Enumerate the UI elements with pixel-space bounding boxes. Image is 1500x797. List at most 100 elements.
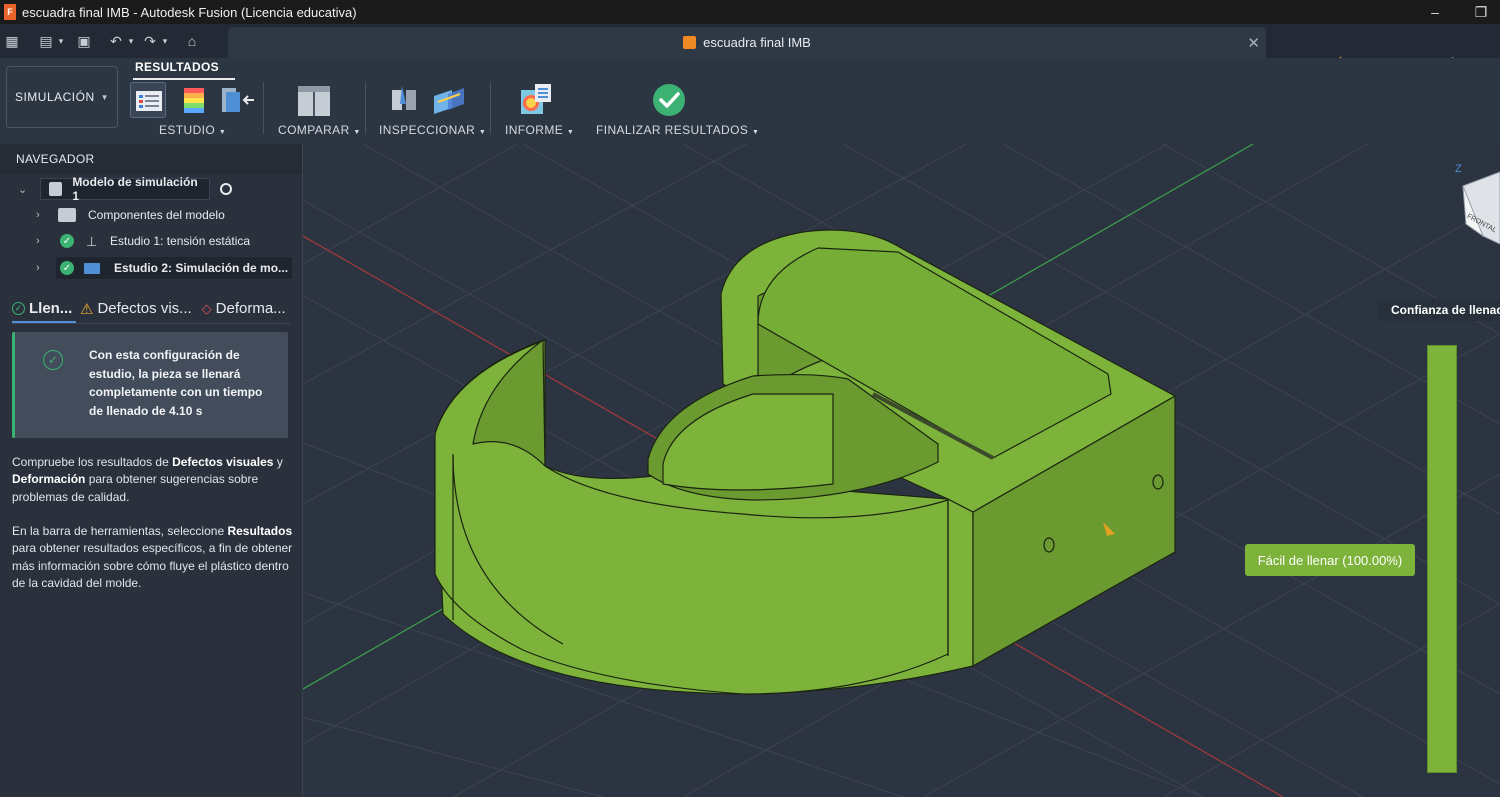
chevron-down-icon: ▼ <box>751 129 760 136</box>
file-dropdown-icon[interactable]: ▾ <box>56 31 66 51</box>
group-informe[interactable]: INFORME ▼ <box>505 123 574 137</box>
probe-icon <box>392 86 416 110</box>
simulation-model-icon <box>49 182 63 196</box>
chevron-right-icon[interactable]: › <box>36 209 46 221</box>
group-inspeccionar[interactable]: INSPECCIONAR ▼ <box>379 123 486 137</box>
undo-dropdown-icon[interactable]: ▾ <box>126 31 136 51</box>
probe-button[interactable] <box>386 82 422 118</box>
tree-root-row[interactable]: ⌄ Modelo de simulación 1 <box>18 175 232 203</box>
group-informe-label: INFORME <box>505 123 564 137</box>
tab-bar: ▦ ▤ ▾ ▣ ↶ ▾ ↷ ▾ ⌂ escuadra final IMB ✕ +… <box>0 24 1500 76</box>
folder-icon <box>58 208 76 222</box>
text-span: y <box>273 455 283 469</box>
simulation-model-label: Modelo de simulación 1 <box>72 175 198 203</box>
study-manager-button[interactable] <box>218 82 254 118</box>
warning-icon: ⚠ <box>80 300 94 318</box>
3d-scene[interactable]: FRONTAL Z <box>303 144 1500 797</box>
section-analysis-icon <box>434 88 464 114</box>
undo-icon[interactable]: ↶ <box>106 31 126 51</box>
workspace-switcher[interactable]: SIMULACIÓN ▼ <box>6 66 118 128</box>
viewcube[interactable]: FRONTAL Z <box>1455 163 1500 245</box>
tree-row-study-1[interactable]: › ✓ ⊥ Estudio 1: tensión estática <box>36 230 250 252</box>
active-tab-indicator <box>133 78 235 80</box>
color-legend-icon <box>184 88 204 113</box>
chevron-down-icon: ▼ <box>218 129 227 136</box>
checkmark-circle-icon <box>653 84 685 116</box>
toolbar-ribbon: SIMULACIÓN ▼ RESULTADOS ESTUDIO ▼ COMPAR… <box>0 58 1500 144</box>
group-finalizar[interactable]: FINALIZAR RESULTADOS ▼ <box>596 123 759 137</box>
activate-radio-icon[interactable] <box>220 183 232 195</box>
document-tab-title: escuadra final IMB <box>703 35 811 50</box>
compare-button[interactable] <box>296 82 332 118</box>
fill-confidence-legend-bar <box>1427 345 1457 773</box>
group-estudio-label: ESTUDIO <box>159 123 216 137</box>
fusion-app-icon: F <box>4 4 16 20</box>
chevron-down-icon: ▼ <box>100 92 110 102</box>
static-stress-icon: ⊥ <box>86 234 98 249</box>
group-estudio[interactable]: ESTUDIO ▼ <box>159 123 226 137</box>
file-icon[interactable]: ▤ <box>36 31 56 51</box>
tab-label: Defectos vis... <box>97 300 192 317</box>
check-circle-icon: ✓ <box>12 302 25 315</box>
study-manager-icon <box>222 88 254 112</box>
redo-dropdown-icon[interactable]: ▾ <box>160 31 170 51</box>
result-tabs: ✓ Llen... ⚠ Defectos vis... ◇ Deforma... <box>12 294 290 324</box>
chevron-down-icon: ▼ <box>353 129 361 136</box>
results-legend-button[interactable] <box>176 82 212 118</box>
title-bar: F escuadra final IMB - Autodesk Fusion (… <box>0 0 1500 24</box>
report-button[interactable] <box>517 82 553 118</box>
text-span: En la barra de herramientas, seleccione <box>12 524 228 538</box>
chevron-down-icon[interactable]: ⌄ <box>18 183 28 196</box>
chevron-right-icon[interactable]: › <box>36 262 46 274</box>
close-tab-icon[interactable]: ✕ <box>1247 34 1260 52</box>
section-analysis-button[interactable] <box>430 82 466 118</box>
navigator-header: NAVEGADOR <box>0 144 302 174</box>
help-paragraph-1: Compruebe los resultados de Defectos vis… <box>12 454 294 506</box>
window-title: escuadra final IMB - Autodesk Fusion (Li… <box>22 4 357 20</box>
error-diamond-icon: ◇ <box>201 300 212 316</box>
separator <box>263 82 264 134</box>
chevron-down-icon: ▼ <box>478 129 487 136</box>
restore-icon[interactable]: ❐ <box>1458 0 1500 24</box>
check-circle-icon: ✓ <box>60 234 74 248</box>
study-settings-icon <box>136 91 162 111</box>
canvas-viewport[interactable]: FRONTAL Z Confianza de llenado Fácil de … <box>303 144 1500 797</box>
compare-icon <box>298 86 330 116</box>
document-cube-icon <box>683 36 697 49</box>
injection-molding-icon <box>84 262 100 274</box>
finish-results-button[interactable] <box>651 82 687 118</box>
tab-deformacion[interactable]: ◇ Deforma... <box>202 300 286 317</box>
group-finalizar-label: FINALIZAR RESULTADOS <box>596 123 749 137</box>
group-comparar-label: COMPARAR <box>278 123 350 137</box>
minimize-icon[interactable]: – <box>1412 0 1458 24</box>
workspace-label: SIMULACIÓN <box>14 90 95 104</box>
text-span: para obtener resultados específicos, a f… <box>12 541 293 590</box>
chevron-right-icon[interactable]: › <box>36 235 46 247</box>
fill-result-text: Con esta configuración de estudio, la pi… <box>89 348 263 418</box>
redo-icon[interactable]: ↷ <box>140 31 160 51</box>
check-circle-icon: ✓ <box>43 350 63 370</box>
tab-label: Llen... <box>29 300 73 317</box>
browser-panel: NAVEGADOR ⌄ Modelo de simulación 1 › Com… <box>0 144 303 797</box>
app-grid-icon[interactable]: ▦ <box>2 31 22 51</box>
tree-row-components[interactable]: › Componentes del modelo <box>36 204 225 226</box>
part-model[interactable] <box>434 229 1176 695</box>
separator <box>365 82 366 134</box>
tab-defectos-visuales[interactable]: ⚠ Defectos vis... <box>80 300 192 318</box>
tree-item-label: Componentes del modelo <box>88 208 225 222</box>
tab-llenado[interactable]: ✓ Llen... <box>12 300 76 323</box>
tab-resultados[interactable]: RESULTADOS <box>135 60 219 74</box>
legend-title: Confianza de llenado <box>1377 299 1500 321</box>
save-icon[interactable]: ▣ <box>74 31 94 51</box>
active-study-node[interactable]: ✓ Estudio 2: Simulación de mo... <box>56 257 292 279</box>
tab-label: Deforma... <box>215 300 286 317</box>
simulation-model-node[interactable]: Modelo de simulación 1 <box>40 175 210 203</box>
study-settings-button[interactable] <box>130 82 166 118</box>
group-inspeccionar-label: INSPECCIONAR <box>379 123 476 137</box>
tree-row-study-2[interactable]: › ✓ Estudio 2: Simulación de mo... <box>36 257 292 279</box>
z-axis-label: Z <box>1455 163 1462 175</box>
document-tab[interactable]: escuadra final IMB ✕ <box>228 27 1266 58</box>
chevron-down-icon: ▼ <box>566 129 575 136</box>
group-comparar[interactable]: COMPARAR ▼ <box>278 123 361 137</box>
home-icon[interactable]: ⌂ <box>182 31 202 51</box>
